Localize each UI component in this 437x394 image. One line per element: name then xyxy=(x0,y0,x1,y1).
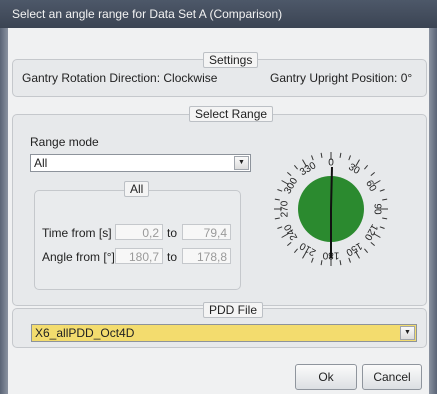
title-bar: Select an angle range for Data Set A (Co… xyxy=(0,0,437,28)
dial-label: 150 xyxy=(344,240,364,258)
angle-to-label: to xyxy=(167,250,178,264)
dial-tick xyxy=(348,155,351,161)
dial-tick xyxy=(277,226,283,229)
window-title: Select an angle range for Data Set A (Co… xyxy=(12,7,283,21)
dial-tick xyxy=(339,152,342,158)
dial-tick xyxy=(320,260,323,266)
range-mode-dropdown[interactable]: All ▼ xyxy=(30,154,251,172)
pdd-file-value: X6_allPDD_Oct4D xyxy=(35,326,135,340)
dial-tick xyxy=(370,171,375,176)
angle-to-field[interactable]: 178,8 xyxy=(182,248,231,264)
cancel-button[interactable]: Cancel xyxy=(362,364,422,390)
window-frame-left xyxy=(0,28,8,394)
dial-tick xyxy=(382,198,388,201)
ok-button[interactable]: Ok xyxy=(295,364,357,390)
dial-label: 90 xyxy=(371,203,382,215)
select-range-group-label: Select Range xyxy=(189,106,274,122)
all-subgroup-label: All xyxy=(124,181,150,197)
dial-tick xyxy=(320,152,323,158)
dialog-client: Settings Gantry Rotation Direction: Cloc… xyxy=(8,28,429,394)
time-to-label: to xyxy=(167,226,178,240)
angle-from-field[interactable]: 180,7 xyxy=(115,248,163,264)
dial-tick xyxy=(293,248,298,253)
time-from-label: Time from [s] xyxy=(42,226,112,240)
dial-label: 270 xyxy=(280,200,291,217)
dial-label: 240 xyxy=(282,222,300,242)
dial-label: 330 xyxy=(298,160,318,178)
dial-start-hand xyxy=(330,166,333,210)
time-from-field[interactable]: 0,2 xyxy=(115,224,163,240)
dial-label: 60 xyxy=(363,179,378,195)
dial-tick xyxy=(370,242,375,247)
upright-position-text: Gantry Upright Position: 0° xyxy=(270,71,413,85)
dial-label: 120 xyxy=(362,222,380,242)
pdd-file-group-label: PDD File xyxy=(203,302,264,318)
gantry-angle-dial[interactable]: 0306090120150180210240270300330 xyxy=(262,136,400,274)
dial-label: 30 xyxy=(346,162,362,177)
dial-tick xyxy=(382,217,388,220)
pdd-file-dropdown[interactable]: X6_allPDD_Oct4D ▼ xyxy=(31,324,417,342)
rotation-direction-text: Gantry Rotation Direction: Clockwise xyxy=(22,71,218,85)
settings-group-label: Settings xyxy=(203,52,259,68)
window-frame-right xyxy=(429,28,437,394)
chevron-down-icon[interactable]: ▼ xyxy=(400,326,415,340)
dial-tick xyxy=(348,257,351,263)
dial-tick xyxy=(379,189,385,192)
angle-from-label: Angle from [°] xyxy=(42,250,115,264)
dial-tick xyxy=(287,171,292,176)
dial-tick xyxy=(274,198,280,201)
dial-tick xyxy=(311,155,314,161)
time-to-field[interactable]: 79,4 xyxy=(182,224,231,240)
dial-label: 210 xyxy=(298,240,318,258)
chevron-down-icon[interactable]: ▼ xyxy=(234,156,249,170)
dial-label: 300 xyxy=(282,176,300,196)
range-mode-value: All xyxy=(34,156,48,170)
range-mode-label: Range mode xyxy=(30,135,99,149)
dial-tick xyxy=(364,165,369,170)
